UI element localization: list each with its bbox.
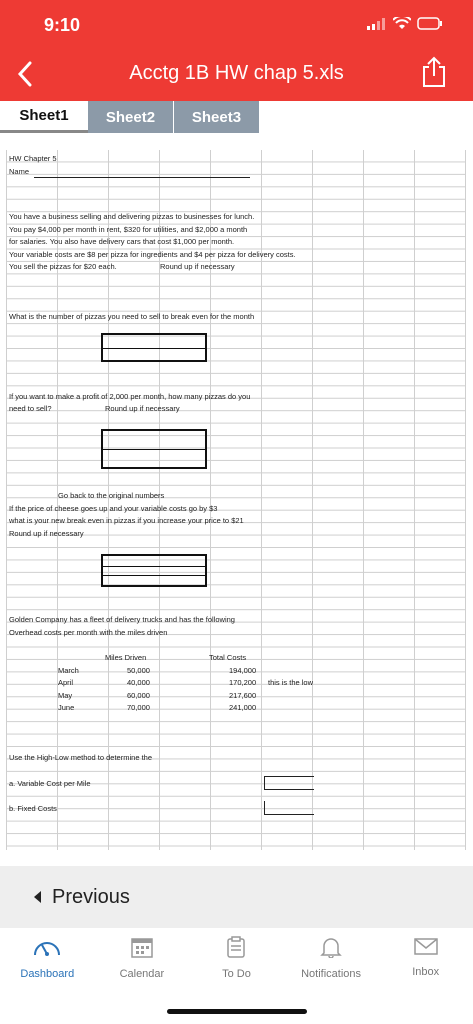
- nav-label-dashboard: Dashboard: [20, 968, 75, 980]
- question-3-line1: Go back to the original numbers: [58, 491, 165, 500]
- answer-box-1[interactable]: [101, 333, 207, 362]
- previous-bar: Previous: [0, 866, 473, 928]
- wifi-icon: [393, 17, 411, 29]
- answer-box-3[interactable]: [101, 554, 207, 587]
- page-title: Acctg 1B HW chap 5.xls: [129, 62, 344, 84]
- variable-cost-answer-left: [264, 776, 265, 790]
- header-bar: 9:10 Acctg 1B HW chap 5.xls: [0, 0, 473, 101]
- nav-todo[interactable]: To Do: [189, 928, 284, 994]
- table-row-june-month: June: [58, 703, 75, 712]
- calendar-icon: [131, 938, 153, 958]
- variable-cost-answer-bottom[interactable]: [264, 789, 314, 790]
- table-row-may-miles: 60,000: [127, 691, 150, 700]
- signal-icon: [367, 17, 385, 30]
- hw-chapter-cell: HW Chapter 5: [9, 154, 57, 163]
- question-1: What is the number of pizzas you need to…: [9, 312, 255, 321]
- tab-sheet3[interactable]: Sheet3: [174, 101, 260, 133]
- nav-label-todo: To Do: [222, 968, 251, 980]
- nav-label-calendar: Calendar: [119, 968, 165, 980]
- golden-line2: Overhead costs per month with the miles …: [9, 628, 168, 637]
- status-icons: [367, 17, 443, 30]
- fixed-cost-label: b. Fixed Costs: [9, 804, 57, 813]
- variable-cost-label: a. Variable Cost per Mile: [9, 779, 91, 788]
- fixed-cost-answer-left: [264, 801, 265, 815]
- previous-button[interactable]: Previous: [34, 886, 130, 909]
- table-row-april-month: April: [58, 678, 74, 687]
- nav-calendar[interactable]: Calendar: [95, 928, 190, 994]
- nav-label-notifications: Notifications: [301, 968, 362, 980]
- battery-icon: [417, 17, 442, 30]
- para1-line1: You have a business selling and deliveri…: [9, 212, 255, 221]
- table-row-may-cost: 217,600: [229, 691, 257, 700]
- table-row-march-month: March: [58, 666, 79, 675]
- para1-line4: Your variable costs are $8 per pizza for…: [9, 250, 296, 259]
- dashboard-icon: [34, 942, 61, 956]
- question-3-line4: Round up if necessary: [9, 529, 84, 538]
- name-underline: [34, 177, 250, 178]
- share-icon: [423, 56, 445, 87]
- nav-inbox[interactable]: Inbox: [378, 928, 473, 994]
- bottom-nav: Dashboard Calendar To Do Notifications I…: [0, 928, 473, 994]
- question-2-line2: need to sell?: [9, 404, 52, 413]
- tab-sheet2[interactable]: Sheet2: [88, 101, 174, 133]
- para1-line3: for salaries. You also have delivery car…: [9, 237, 235, 246]
- name-label-cell: Name: [9, 167, 30, 176]
- table-row-april-cost: 170,200: [229, 678, 257, 687]
- para1-line2: You pay $4,000 per month in rent, $320 f…: [9, 225, 248, 234]
- fixed-cost-answer-bottom[interactable]: [264, 814, 314, 815]
- table-row-april-miles: 40,000: [127, 678, 150, 687]
- table-row-june-cost: 241,000: [229, 703, 257, 712]
- home-indicator: [167, 1009, 307, 1014]
- spreadsheet-grid[interactable]: HW Chapter 5 Name You have a business se…: [6, 150, 466, 850]
- status-time: 9:10: [44, 15, 81, 35]
- nav-label-inbox: Inbox: [412, 966, 440, 978]
- question-3-line2: If the price of cheese goes up and your …: [9, 504, 218, 513]
- question-2-line1: If you want to make a profit of 2,000 pe…: [9, 392, 251, 401]
- para1-line5: You sell the pizzas for $20 each.: [9, 262, 117, 271]
- app-screen: 9:10 Acctg 1B HW chap 5.xls Sheet1 Sheet…: [0, 0, 473, 1024]
- table-header-miles: Miles Driven: [105, 653, 147, 662]
- table-header-costs: Total Costs: [209, 653, 247, 662]
- table-row-may-month: May: [58, 691, 73, 700]
- round-up-1: Round up if necessary: [160, 262, 235, 271]
- nav-notifications[interactable]: Notifications: [284, 928, 379, 994]
- previous-label: Previous: [52, 885, 130, 908]
- question-3-line3: what is your new break even in pizzas if…: [9, 516, 244, 525]
- high-low-method: Use the High-Low method to determine the: [9, 753, 152, 762]
- table-row-april-note: this is the low: [268, 678, 314, 687]
- table-row-june-miles: 70,000: [127, 703, 150, 712]
- sheet-tabs: Sheet1 Sheet2 Sheet3: [0, 101, 473, 136]
- round-up-2: Round up if necessary: [105, 404, 180, 413]
- caret-left-icon: [34, 891, 41, 903]
- bell-icon: [320, 938, 342, 958]
- variable-cost-answer-top[interactable]: [264, 776, 314, 777]
- answer-box-2[interactable]: [101, 429, 207, 469]
- inbox-icon: [413, 938, 438, 955]
- table-row-march-miles: 50,000: [127, 666, 150, 675]
- nav-dashboard[interactable]: Dashboard: [0, 928, 95, 994]
- share-button[interactable]: [421, 56, 451, 90]
- tab-sheet1[interactable]: Sheet1: [0, 101, 88, 133]
- table-row-march-cost: 194,000: [229, 666, 257, 675]
- golden-line1: Golden Company has a fleet of delivery t…: [9, 615, 235, 624]
- todo-icon: [227, 936, 246, 958]
